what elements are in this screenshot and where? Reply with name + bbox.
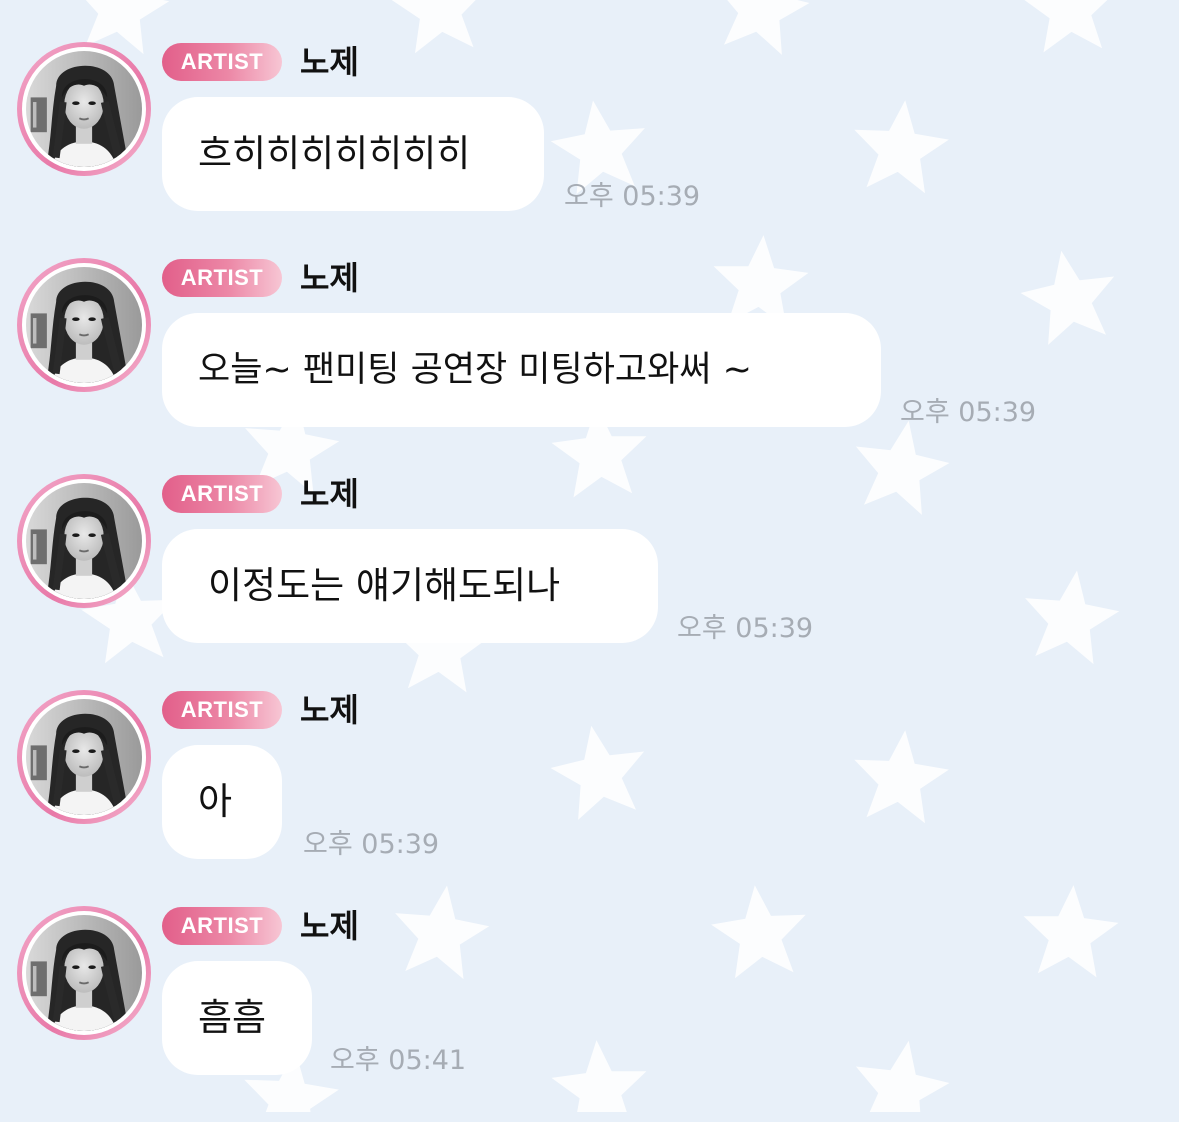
message-timestamp: 오후 05:41 [330,1045,467,1076]
sender-name[interactable]: 노제 [300,906,359,946]
avatar[interactable] [17,906,151,1040]
sender-name[interactable]: 노제 [300,474,359,514]
message-bubble[interactable]: 흐히히히히히히히 [162,97,544,211]
profile-photo [26,699,142,815]
profile-photo [26,51,142,167]
artist-badge: ARTIST [162,907,282,945]
avatar[interactable] [17,258,151,392]
sender-name[interactable]: 노제 [300,42,359,82]
message-timestamp: 오후 05:39 [564,181,701,212]
artist-badge: ARTIST [162,475,282,513]
artist-badge: ARTIST [162,691,282,729]
message-item: ARTIST 노제 이정도는 얘기해도되나 오후 05:39 [0,474,1179,690]
avatar[interactable] [17,42,151,176]
profile-photo [26,483,142,599]
message-timestamp: 오후 05:39 [677,613,814,644]
message-item: ARTIST 노제 오늘~ 팬미팅 공연장 미팅하고와써 ~ 오후 05:39 [0,258,1179,474]
message-timestamp: 오후 05:39 [900,397,1037,428]
message-item: ARTIST 노제 흐히히히히히히히 오후 05:39 [0,42,1179,258]
profile-photo [26,915,142,1031]
sender-name[interactable]: 노제 [300,690,359,730]
message-bubble[interactable]: 흠흠 [162,961,312,1075]
message-item: ARTIST 노제 아 오후 05:39 [0,690,1179,906]
message-timestamp: 오후 05:39 [303,829,440,860]
message-item: ARTIST 노제 흠흠 오후 05:41 [0,906,1179,1122]
artist-badge: ARTIST [162,43,282,81]
avatar[interactable] [17,690,151,824]
message-bubble[interactable]: 이정도는 얘기해도되나 [162,529,658,643]
sender-name[interactable]: 노제 [300,258,359,298]
artist-badge: ARTIST [162,259,282,297]
profile-photo [26,267,142,383]
avatar[interactable] [17,474,151,608]
message-bubble[interactable]: 아 [162,745,282,859]
message-bubble[interactable]: 오늘~ 팬미팅 공연장 미팅하고와써 ~ [162,313,881,427]
